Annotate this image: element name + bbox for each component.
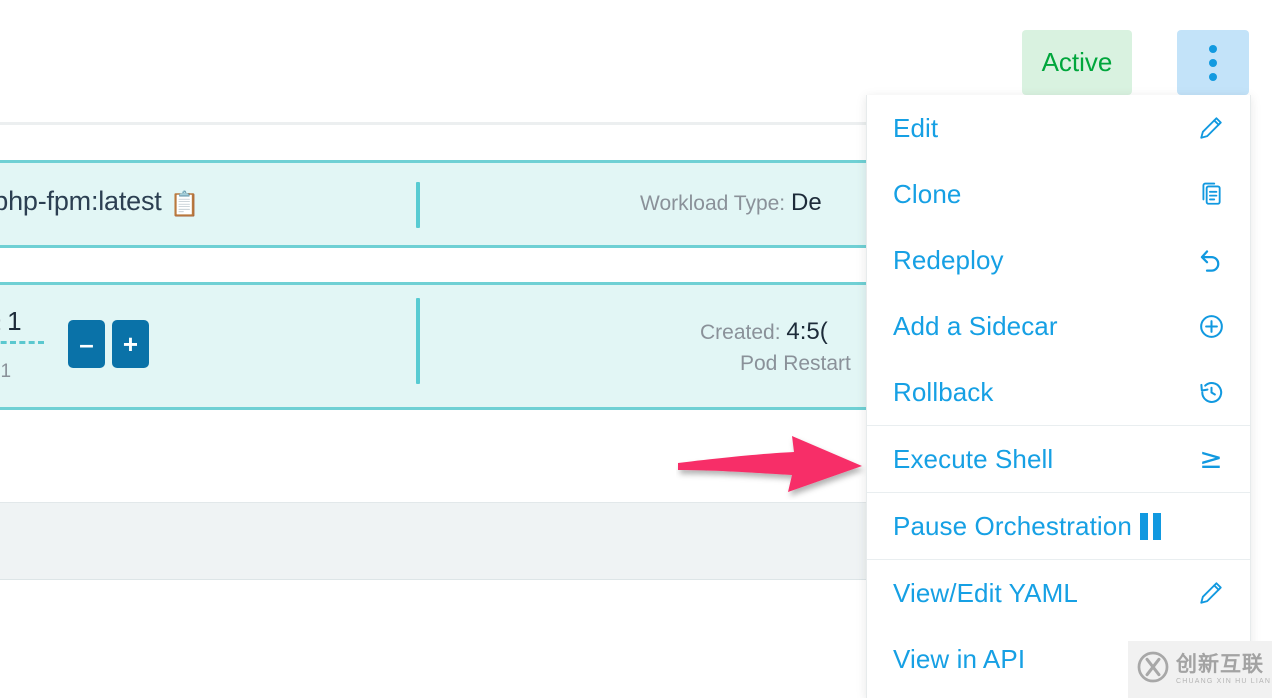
watermark: 创新互联 CHUANG XIN HU LIAN: [1128, 641, 1272, 698]
pause-icon: [1139, 512, 1161, 540]
plus-circle-icon: [1194, 313, 1228, 340]
workload-type-label: Workload Type:: [640, 192, 786, 215]
menu-item-redeploy[interactable]: Redeploy: [867, 227, 1250, 293]
menu-item-label: Rollback: [893, 376, 994, 407]
workload-type: Workload Type: De: [640, 189, 822, 217]
menu-item-label: Edit: [893, 112, 939, 143]
workload-type-value: De: [790, 189, 822, 216]
menu-item-clone[interactable]: Clone: [867, 161, 1250, 227]
menu-group-shell: Execute Shell ≥: [867, 426, 1250, 493]
scale-increase-button[interactable]: +: [112, 320, 149, 368]
watermark-pinyin: CHUANG XIN HU LIAN: [1176, 678, 1272, 685]
divider-top: [0, 122, 880, 125]
menu-item-label: View in API: [893, 643, 1026, 674]
section-band: [0, 502, 880, 580]
menu-item-pause-orchestration[interactable]: Pause Orchestration: [867, 493, 1250, 559]
card-vertical-divider: [416, 182, 420, 228]
actions-dropdown-menu[interactable]: Edit Clone Redeploy Add a Sidecar Rollba…: [866, 95, 1251, 698]
menu-item-rollback[interactable]: Rollback: [867, 359, 1250, 425]
menu-group-pause: Pause Orchestration: [867, 493, 1250, 560]
created-label: Created:: [700, 321, 781, 344]
menu-item-label-wrap: Pause Orchestration: [893, 511, 1161, 542]
menu-item-label: Execute Shell: [893, 443, 1054, 474]
scale-dashed-divider: [0, 341, 44, 344]
menu-item-label: Redeploy: [893, 244, 1004, 275]
kebab-dot-icon: [1209, 72, 1217, 81]
image-name-text: /php-fpm:latest: [0, 186, 162, 216]
menu-item-edit[interactable]: Edit: [867, 95, 1250, 161]
kebab-dot-icon: [1209, 44, 1217, 53]
scale-secondary: : 1: [0, 361, 12, 382]
menu-item-add-a-sidecar[interactable]: Add a Sidecar: [867, 293, 1250, 359]
history-clock-icon: [1194, 379, 1228, 406]
watermark-text: 创新互联 CHUANG XIN HU LIAN: [1176, 652, 1272, 686]
created-value: 4:5(: [786, 318, 828, 345]
watermark-logo-icon: [1136, 650, 1170, 689]
kebab-dot-icon: [1209, 58, 1217, 67]
clipboard-copy-icon: [1194, 181, 1228, 207]
menu-item-label: Pause Orchestration: [893, 510, 1132, 541]
image-name: /php-fpm:latest 📋: [0, 186, 199, 219]
status-badge: Active: [1022, 30, 1132, 95]
menu-item-execute-shell[interactable]: Execute Shell ≥: [867, 426, 1250, 492]
menu-item-label: View/Edit YAML: [893, 577, 1078, 608]
menu-item-view-edit-yaml[interactable]: View/Edit YAML: [867, 560, 1250, 626]
created-row: Created: 4:5(: [700, 318, 828, 346]
pod-restarts-label: Pod Restart: [740, 352, 851, 375]
more-actions-button[interactable]: [1177, 30, 1249, 95]
card-vertical-divider-2: [416, 298, 420, 384]
menu-item-label: Clone: [893, 178, 962, 209]
scale-label-text: e:: [0, 314, 2, 335]
menu-item-label: Add a Sidecar: [893, 310, 1058, 341]
pencil-icon: [1194, 580, 1228, 606]
scale-stepper: – +: [68, 320, 149, 368]
pencil-icon: [1194, 115, 1228, 141]
scale-label: e: 1: [0, 306, 22, 337]
undo-arrow-icon: [1194, 247, 1228, 274]
scale-value: 1: [7, 306, 22, 336]
watermark-cn: 创新互联: [1176, 652, 1264, 676]
menu-group-primary: Edit Clone Redeploy Add a Sidecar Rollba…: [867, 95, 1250, 426]
shell-prompt-icon: ≥: [1194, 445, 1228, 473]
copy-image-name-icon[interactable]: 📋: [170, 190, 200, 219]
scale-decrease-button[interactable]: –: [68, 320, 105, 368]
shell-prompt-glyph: ≥: [1199, 442, 1223, 475]
